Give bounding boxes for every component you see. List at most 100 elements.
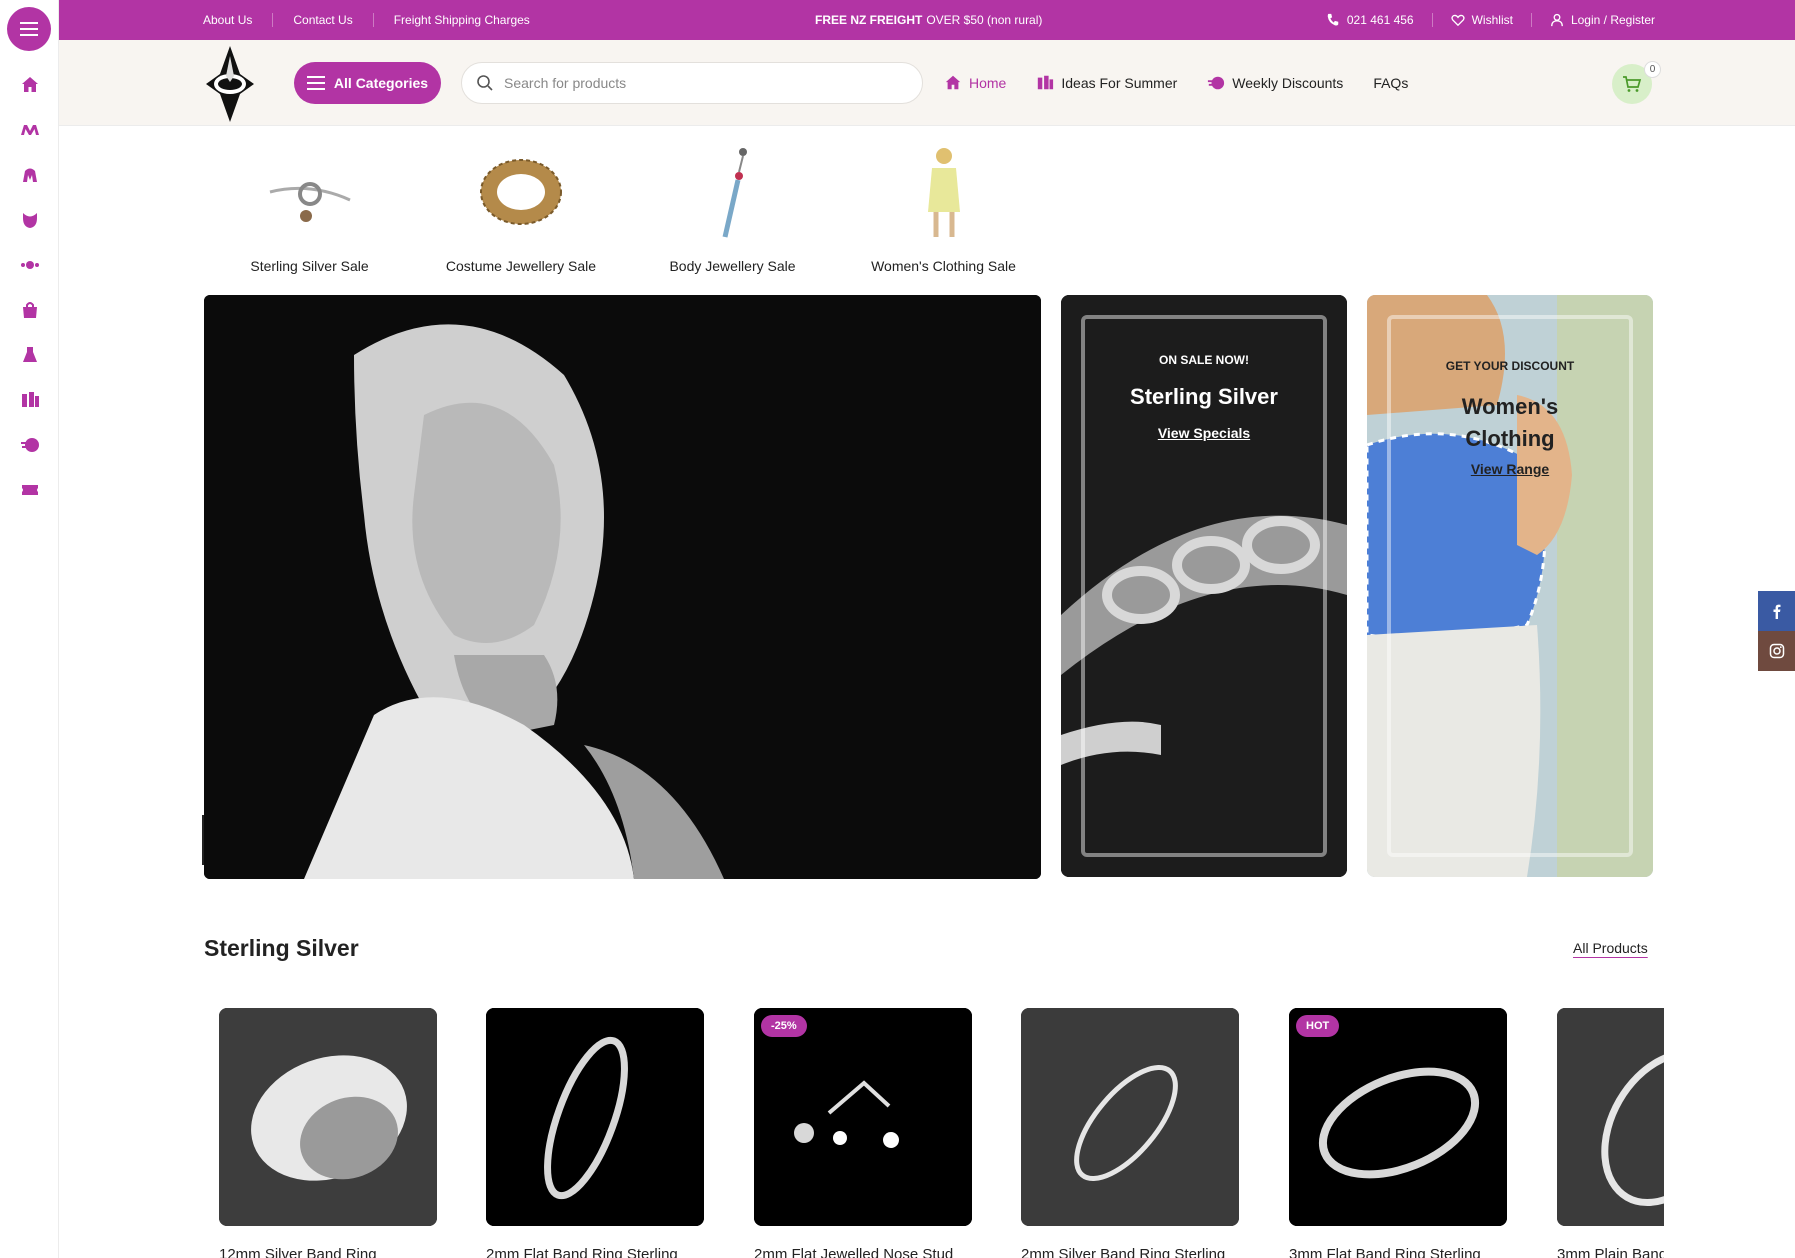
brand-m-icon <box>20 124 39 135</box>
freight-bold-text: FREE NZ FREIGHT <box>815 13 923 27</box>
product-card[interactable]: -25% 2mm Flat Jewelled Nose Stud <box>754 1008 972 1258</box>
hero-banner[interactable] <box>204 295 1041 879</box>
bag-icon <box>22 301 37 318</box>
category-image <box>838 140 1049 244</box>
product-image <box>1557 1008 1664 1226</box>
cart-icon <box>1623 76 1642 92</box>
nav-home-label: Home <box>969 75 1007 91</box>
product-name: 3mm Flat Band Ring Sterling <box>1289 1246 1481 1258</box>
promo-silver-title: Sterling Silver <box>1130 384 1278 409</box>
clothing-icon <box>22 346 37 362</box>
search-icon <box>477 75 493 91</box>
product-card[interactable]: HOT 3mm Flat Band Ring Sterling <box>1289 1008 1507 1258</box>
category-body-jewellery[interactable]: Body Jewellery Sale <box>627 140 838 274</box>
product-image <box>754 1008 972 1226</box>
rail-necklace-button[interactable] <box>0 197 59 242</box>
wishlist-label: Wishlist <box>1471 13 1513 27</box>
rail-bag-button[interactable] <box>0 287 59 332</box>
product-image <box>486 1008 704 1226</box>
summer-icon <box>21 391 39 407</box>
nav-faqs[interactable]: FAQs <box>1373 75 1408 91</box>
view-specials-link[interactable]: View Specials <box>1158 425 1250 441</box>
product-card[interactable]: 12mm Silver Band Ring <box>219 1008 437 1258</box>
category-costume-jewellery[interactable]: Costume Jewellery Sale <box>415 140 627 274</box>
promo-clothing-kicker: GET YOUR DISCOUNT <box>1445 359 1575 373</box>
hamburger-menu-button[interactable] <box>7 7 51 51</box>
left-rail <box>0 0 59 1258</box>
product-image <box>1021 1008 1239 1226</box>
login-register-link[interactable]: Login / Register <box>1532 13 1655 27</box>
product-card[interactable]: 2mm Silver Band Ring Sterling <box>1021 1008 1239 1258</box>
main-nav: Home Ideas For Summer Weekly Discounts F… <box>944 62 1408 104</box>
home-icon <box>945 75 961 90</box>
rail-summer-button[interactable] <box>0 377 59 422</box>
heart-icon <box>1451 14 1465 27</box>
product-card[interactable]: 3mm Plain Band <box>1557 1008 1664 1258</box>
facebook-icon <box>1773 604 1780 619</box>
promo-silver-kicker: ON SALE NOW! <box>1159 353 1249 367</box>
category-label: Women's Clothing Sale <box>871 258 1016 274</box>
logo[interactable] <box>202 46 258 122</box>
hamburger-icon <box>20 28 38 30</box>
view-range-link[interactable]: View Range <box>1471 461 1549 477</box>
discount-icon <box>1208 76 1225 90</box>
freight-charges-link[interactable]: Freight Shipping Charges <box>374 13 550 27</box>
promo-womens-clothing[interactable]: GET YOUR DISCOUNT Women's Clothing View … <box>1367 295 1653 877</box>
product-carousel: 12mm Silver Band Ring 2mm Flat Band Ring… <box>219 1008 1664 1258</box>
instagram-button[interactable] <box>1758 631 1795 671</box>
rail-costume-button[interactable] <box>0 152 59 197</box>
phone-link[interactable]: 021 461 456 <box>1308 13 1433 27</box>
costume-jewellery-icon <box>22 168 37 182</box>
contact-us-link[interactable]: Contact Us <box>273 13 374 27</box>
nav-home[interactable]: Home <box>944 74 1006 92</box>
category-label: Body Jewellery Sale <box>669 258 796 274</box>
product-name: 2mm Flat Band Ring Sterling <box>486 1246 678 1258</box>
cart-count-badge: 0 <box>1644 61 1661 78</box>
wishlist-link[interactable]: Wishlist <box>1433 13 1532 27</box>
product-name: 2mm Silver Band Ring Sterling <box>1021 1246 1226 1258</box>
rail-ticket-button[interactable] <box>0 467 59 512</box>
about-us-link[interactable]: About Us <box>203 13 274 27</box>
rail-body-button[interactable] <box>0 242 59 287</box>
product-card[interactable]: 2mm Flat Band Ring Sterling <box>486 1008 704 1258</box>
category-row: Sterling Silver Sale Costume Jewellery S… <box>204 140 1049 274</box>
ticket-icon <box>21 484 38 495</box>
nav-summer-label: Ideas For Summer <box>1061 75 1178 91</box>
home-icon <box>21 76 38 92</box>
category-label: Sterling Silver Sale <box>250 258 369 274</box>
top-bar: About Us Contact Us Freight Shipping Cha… <box>59 0 1795 40</box>
discount-badge: -25% <box>761 1015 807 1037</box>
necklace-icon <box>22 212 37 228</box>
rail-discount-button[interactable] <box>0 422 59 467</box>
social-sidebar <box>1758 591 1795 671</box>
product-name: 12mm Silver Band Ring <box>219 1246 377 1258</box>
category-womens-clothing[interactable]: Women's Clothing Sale <box>838 140 1049 274</box>
nav-discounts-label: Weekly Discounts <box>1232 75 1344 91</box>
promo-sterling-silver[interactable]: ON SALE NOW! Sterling Silver View Specia… <box>1061 295 1347 877</box>
search-box <box>461 62 923 104</box>
promo-clothing-title-line1: Women's <box>1461 394 1559 419</box>
freight-notice: FREE NZ FREIGHT OVER $50 (non rural) <box>815 0 1042 40</box>
facebook-button[interactable] <box>1758 591 1795 631</box>
summer-icon <box>1038 75 1054 90</box>
rail-clothing-button[interactable] <box>0 332 59 377</box>
all-categories-button[interactable]: All Categories <box>294 62 441 104</box>
all-categories-label: All Categories <box>333 75 429 91</box>
product-image <box>1289 1008 1507 1226</box>
discount-icon <box>20 437 39 452</box>
rail-home-button[interactable] <box>0 62 59 107</box>
user-icon <box>1551 13 1563 27</box>
rail-brand-button[interactable] <box>0 107 59 152</box>
slider-indicator[interactable] <box>201 815 204 865</box>
category-image <box>627 140 838 244</box>
category-label: Costume Jewellery Sale <box>445 258 597 274</box>
all-products-link[interactable]: All Products <box>1573 940 1648 956</box>
login-label: Login / Register <box>1570 13 1655 27</box>
menu-icon <box>306 82 325 84</box>
phone-icon <box>1327 13 1339 26</box>
instagram-icon <box>1769 643 1784 659</box>
nav-weekly-discounts[interactable]: Weekly Discounts <box>1207 74 1343 92</box>
nav-ideas-for-summer[interactable]: Ideas For Summer <box>1036 74 1177 92</box>
category-sterling-silver[interactable]: Sterling Silver Sale <box>204 140 415 274</box>
search-input[interactable] <box>504 75 884 91</box>
